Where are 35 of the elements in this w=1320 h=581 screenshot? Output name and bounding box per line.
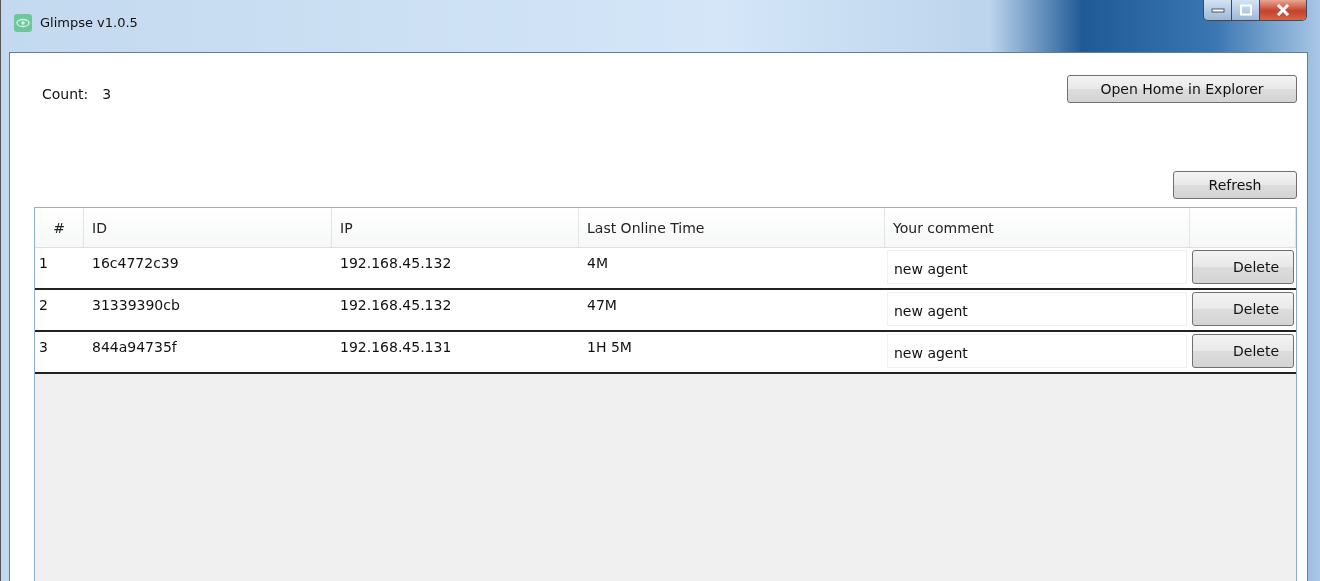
close-button[interactable] <box>1260 0 1306 20</box>
maximize-button[interactable] <box>1232 0 1260 20</box>
eye-icon <box>14 13 32 32</box>
table-cell-text: 3 <box>38 338 49 357</box>
table-cell-text: 16c4772c39 <box>91 254 180 273</box>
close-icon <box>1276 4 1290 16</box>
delete-button[interactable]: Delete <box>1192 250 1294 284</box>
table-cell-text: 192.168.45.132 <box>339 254 453 273</box>
table-cell-text: 844a94735f <box>91 338 178 357</box>
column-header[interactable]: Last Online Time <box>579 208 885 247</box>
table-cell-text: 1 <box>38 254 49 273</box>
delete-button[interactable]: Delete <box>1192 292 1294 326</box>
table-cell-text: 192.168.45.131 <box>339 338 453 357</box>
column-header[interactable]: # <box>35 208 84 247</box>
comment-field[interactable]: new agent <box>887 250 1187 284</box>
minimize-button[interactable] <box>1204 0 1232 20</box>
maximize-icon <box>1238 4 1253 16</box>
table-cell-text: 1H 5M <box>586 338 633 357</box>
table-cell-text: 2 <box>38 296 49 315</box>
table-cell-text: 192.168.45.132 <box>339 296 453 315</box>
delete-button[interactable]: Delete <box>1192 334 1294 368</box>
window-title: Glimpse v1.0.5 <box>40 15 138 30</box>
count-value: 3 <box>102 86 112 102</box>
table-cell-text: 4M <box>586 254 609 273</box>
refresh-button[interactable]: Refresh <box>1173 171 1297 199</box>
table-cell-text: 47M <box>586 296 618 315</box>
minimize-icon <box>1210 7 1225 13</box>
column-header[interactable]: Your comment <box>885 208 1190 247</box>
comment-field[interactable]: new agent <box>887 292 1187 326</box>
open-home-button[interactable]: Open Home in Explorer <box>1067 75 1297 103</box>
count-label: Count: <box>42 86 89 102</box>
column-header[interactable]: IP <box>332 208 579 247</box>
table-cell-text: 31339390cb <box>91 296 181 315</box>
column-header[interactable]: ID <box>84 208 332 247</box>
comment-field[interactable]: new agent <box>887 334 1187 368</box>
